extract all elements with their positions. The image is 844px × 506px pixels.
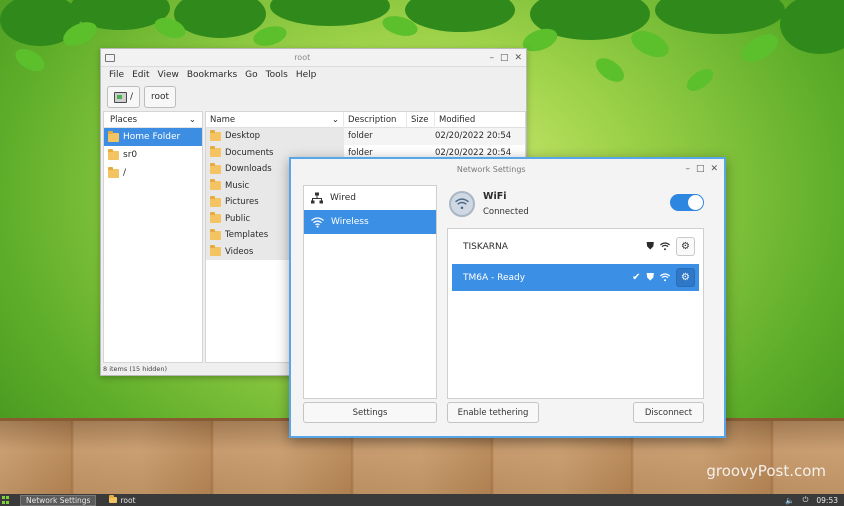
path-bar: / root: [101, 83, 526, 111]
maximize-button[interactable]: □: [500, 53, 509, 63]
path-root-label: /: [130, 92, 134, 102]
title-bar[interactable]: root – □ ✕: [101, 49, 526, 67]
system-tray: 🔈 ⏻ 09:53: [785, 495, 844, 505]
wifi-title: WiFi: [483, 191, 507, 202]
folder-icon: [210, 212, 221, 224]
close-button[interactable]: ✕: [710, 164, 718, 174]
title-bar[interactable]: Network Settings – □ ✕: [291, 159, 724, 179]
file-name: Templates: [225, 230, 269, 241]
power-icon[interactable]: ⏻: [802, 495, 808, 505]
places-sidebar: Places ⌄ Home Folder sr0 /: [103, 111, 203, 363]
column-modified[interactable]: Modified: [435, 112, 525, 128]
file-modified: 02/20/2022 20:54: [435, 131, 512, 142]
window-title: Network Settings: [456, 164, 526, 174]
chevron-down-icon[interactable]: ⌄: [189, 115, 196, 125]
folder-icon: [108, 130, 119, 142]
minimize-button[interactable]: –: [489, 53, 494, 63]
file-name-cell: Desktop: [206, 128, 344, 145]
file-name: Downloads: [225, 164, 272, 175]
wifi-network-list: TISKARNA ⛊ ⚙ TM6A - Ready ✔ ⛊ ⚙: [447, 228, 704, 399]
volume-icon[interactable]: 🔈: [785, 496, 794, 505]
folder-icon: [210, 129, 221, 141]
wifi-signal-icon: [660, 242, 670, 251]
path-home-label: root: [151, 92, 170, 102]
task-network-settings[interactable]: Network Settings: [20, 494, 97, 506]
wifi-toggle[interactable]: [670, 194, 704, 211]
file-name: Pictures: [225, 197, 259, 208]
column-name[interactable]: Name ⌄: [206, 111, 344, 128]
shield-icon: ⛊: [646, 240, 655, 252]
network-settings-window: Network Settings – □ ✕ Wired Wireless Wi…: [289, 157, 726, 438]
menu-edit[interactable]: Edit: [132, 70, 149, 80]
place-home-folder[interactable]: Home Folder: [104, 128, 202, 146]
wired-network-icon: [311, 192, 323, 204]
menu-help[interactable]: Help: [296, 70, 317, 80]
file-name: Documents: [225, 147, 274, 158]
taskbar: Network Settings root 🔈 ⏻ 09:53: [0, 494, 844, 506]
places-header[interactable]: Places ⌄: [104, 112, 202, 128]
clock[interactable]: 09:53: [816, 496, 838, 505]
status-bar: 8 items (15 hidden): [103, 365, 168, 373]
wifi-signal-icon: [660, 273, 670, 282]
maximize-button[interactable]: □: [696, 164, 705, 174]
menu-bookmarks[interactable]: Bookmarks: [187, 70, 237, 80]
folder-icon: [210, 195, 221, 207]
wifi-connection-status: Connected: [483, 207, 529, 217]
path-root-button[interactable]: /: [107, 86, 141, 108]
folder-icon: [210, 162, 221, 174]
close-button[interactable]: ✕: [514, 53, 522, 63]
watermark: groovyPost.com: [706, 462, 826, 480]
checkmark-icon: ✔: [632, 271, 641, 283]
file-name: Videos: [225, 246, 254, 257]
network-row-tiskarna[interactable]: TISKARNA ⛊ ⚙: [452, 233, 699, 260]
connection-type-list: Wired Wireless: [303, 185, 437, 399]
place-root[interactable]: /: [104, 164, 202, 182]
disconnect-button[interactable]: Disconnect: [633, 402, 704, 423]
folder-icon: [210, 228, 221, 240]
menu-file[interactable]: File: [109, 70, 124, 80]
folder-icon: [108, 148, 119, 160]
file-name: Desktop: [225, 131, 261, 142]
menu-tools[interactable]: Tools: [266, 70, 288, 80]
path-home-button[interactable]: root: [144, 86, 177, 108]
place-sr0[interactable]: sr0: [104, 146, 202, 164]
drive-icon: [114, 91, 127, 103]
wireless-panel: WiFi Connected TISKARNA ⛊ ⚙ TM6A - Ready…: [447, 185, 704, 399]
folder-icon: [210, 146, 221, 158]
nav-item-wired[interactable]: Wired: [304, 186, 436, 210]
folder-icon: [109, 495, 118, 503]
file-list-header: Name ⌄ Description Size Modified: [206, 111, 525, 128]
minimize-button[interactable]: –: [685, 164, 690, 174]
gear-icon[interactable]: ⚙: [676, 268, 695, 287]
task-root[interactable]: root: [104, 495, 140, 506]
wifi-status-icon: [449, 191, 475, 217]
column-description[interactable]: Description: [344, 111, 407, 128]
file-name: Public: [225, 213, 251, 224]
menu-view[interactable]: View: [158, 70, 179, 80]
shield-icon: ⛊: [646, 271, 655, 283]
settings-button[interactable]: Settings: [303, 402, 437, 423]
window-title: root: [294, 53, 311, 62]
sort-chevron-icon: ⌄: [331, 114, 339, 125]
folder-app-icon: [105, 53, 115, 62]
column-size[interactable]: Size: [407, 111, 435, 128]
wifi-header: WiFi Connected: [447, 185, 704, 223]
nav-item-wireless[interactable]: Wireless: [304, 210, 436, 234]
menu-bar: File Edit View Bookmarks Go Tools Help: [101, 67, 526, 83]
file-name: Music: [225, 180, 250, 191]
folder-icon: [108, 166, 119, 178]
network-ssid: TISKARNA: [463, 241, 508, 252]
network-row-tm6a-ready[interactable]: TM6A - Ready ✔ ⛊ ⚙: [452, 264, 699, 291]
menu-go[interactable]: Go: [245, 70, 257, 80]
file-row[interactable]: Desktop folder 02/20/2022 20:54: [206, 128, 525, 145]
wifi-icon: [311, 216, 324, 228]
folder-icon: [210, 179, 221, 191]
gear-icon[interactable]: ⚙: [676, 237, 695, 256]
start-menu-button[interactable]: [0, 494, 12, 506]
enable-tethering-button[interactable]: Enable tethering: [447, 402, 539, 423]
folder-icon: [210, 245, 221, 257]
network-ssid: TM6A - Ready: [463, 272, 526, 283]
file-description: folder: [348, 131, 373, 142]
